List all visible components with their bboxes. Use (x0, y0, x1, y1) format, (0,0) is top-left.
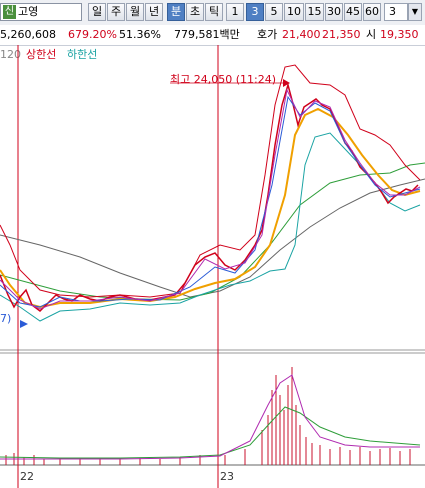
stock-name-label: 고영 (18, 5, 39, 18)
ma-orange-line (0, 107, 421, 309)
upper-band-line (0, 64, 421, 298)
amount-value: 779,581백만 (174, 28, 240, 41)
stock-chart[interactable] (0, 45, 425, 488)
interval-60-button[interactable]: 60 (363, 3, 381, 21)
period-year-button[interactable]: 년 (145, 3, 163, 21)
interval-15-button[interactable]: 15 (305, 3, 324, 21)
stock-selector[interactable]: 신 고영 (0, 3, 82, 21)
period-month-button[interactable]: 월 (126, 3, 144, 21)
interval-1-button[interactable]: 1 (226, 3, 244, 21)
interval-5-button[interactable]: 5 (265, 3, 283, 21)
quote-info-bar: 5,260,608 679.20% 51.36% 779,581백만 호가 21… (0, 25, 425, 46)
period-week-button[interactable]: 주 (107, 3, 125, 21)
open-label: 시 (366, 28, 377, 41)
ratio-value: 51.36% (119, 28, 161, 41)
x-axis-label-23: 23 (220, 470, 234, 483)
low-arrow-icon (20, 320, 28, 328)
chart-toolbar: 신 고영 일 주 월 년 분 초 틱 1 3 5 10 15 30 45 60 … (0, 0, 425, 26)
volume-panel (5, 367, 411, 465)
volume-ma-line-2 (0, 374, 420, 460)
period-second-button[interactable]: 초 (186, 3, 204, 21)
bid-price: 21,350 (322, 28, 361, 41)
interval-select[interactable]: 3 (384, 3, 408, 21)
ma-gray-line (0, 178, 425, 298)
volume-value: 5,260,608 (0, 28, 56, 41)
quote-label: 호가 (257, 28, 278, 41)
interval-10-button[interactable]: 10 (284, 3, 304, 21)
change-percent: 679.20% (68, 28, 117, 41)
interval-45-button[interactable]: 45 (344, 3, 362, 21)
market-badge: 신 (3, 5, 16, 19)
period-tick-button[interactable]: 틱 (205, 3, 223, 21)
chevron-down-icon[interactable]: ▼ (408, 3, 422, 21)
period-day-button[interactable]: 일 (88, 3, 106, 21)
ask-price: 21,400 (282, 28, 321, 41)
volume-ma-line (0, 406, 421, 459)
interval-30-button[interactable]: 30 (325, 3, 343, 21)
ma-blue-line (0, 95, 421, 308)
open-price: 19,350 (380, 28, 419, 41)
interval-3-button[interactable]: 3 (246, 3, 264, 21)
x-axis-label-22: 22 (20, 470, 34, 483)
ma-green-line (0, 162, 425, 301)
period-minute-button[interactable]: 분 (167, 3, 185, 21)
